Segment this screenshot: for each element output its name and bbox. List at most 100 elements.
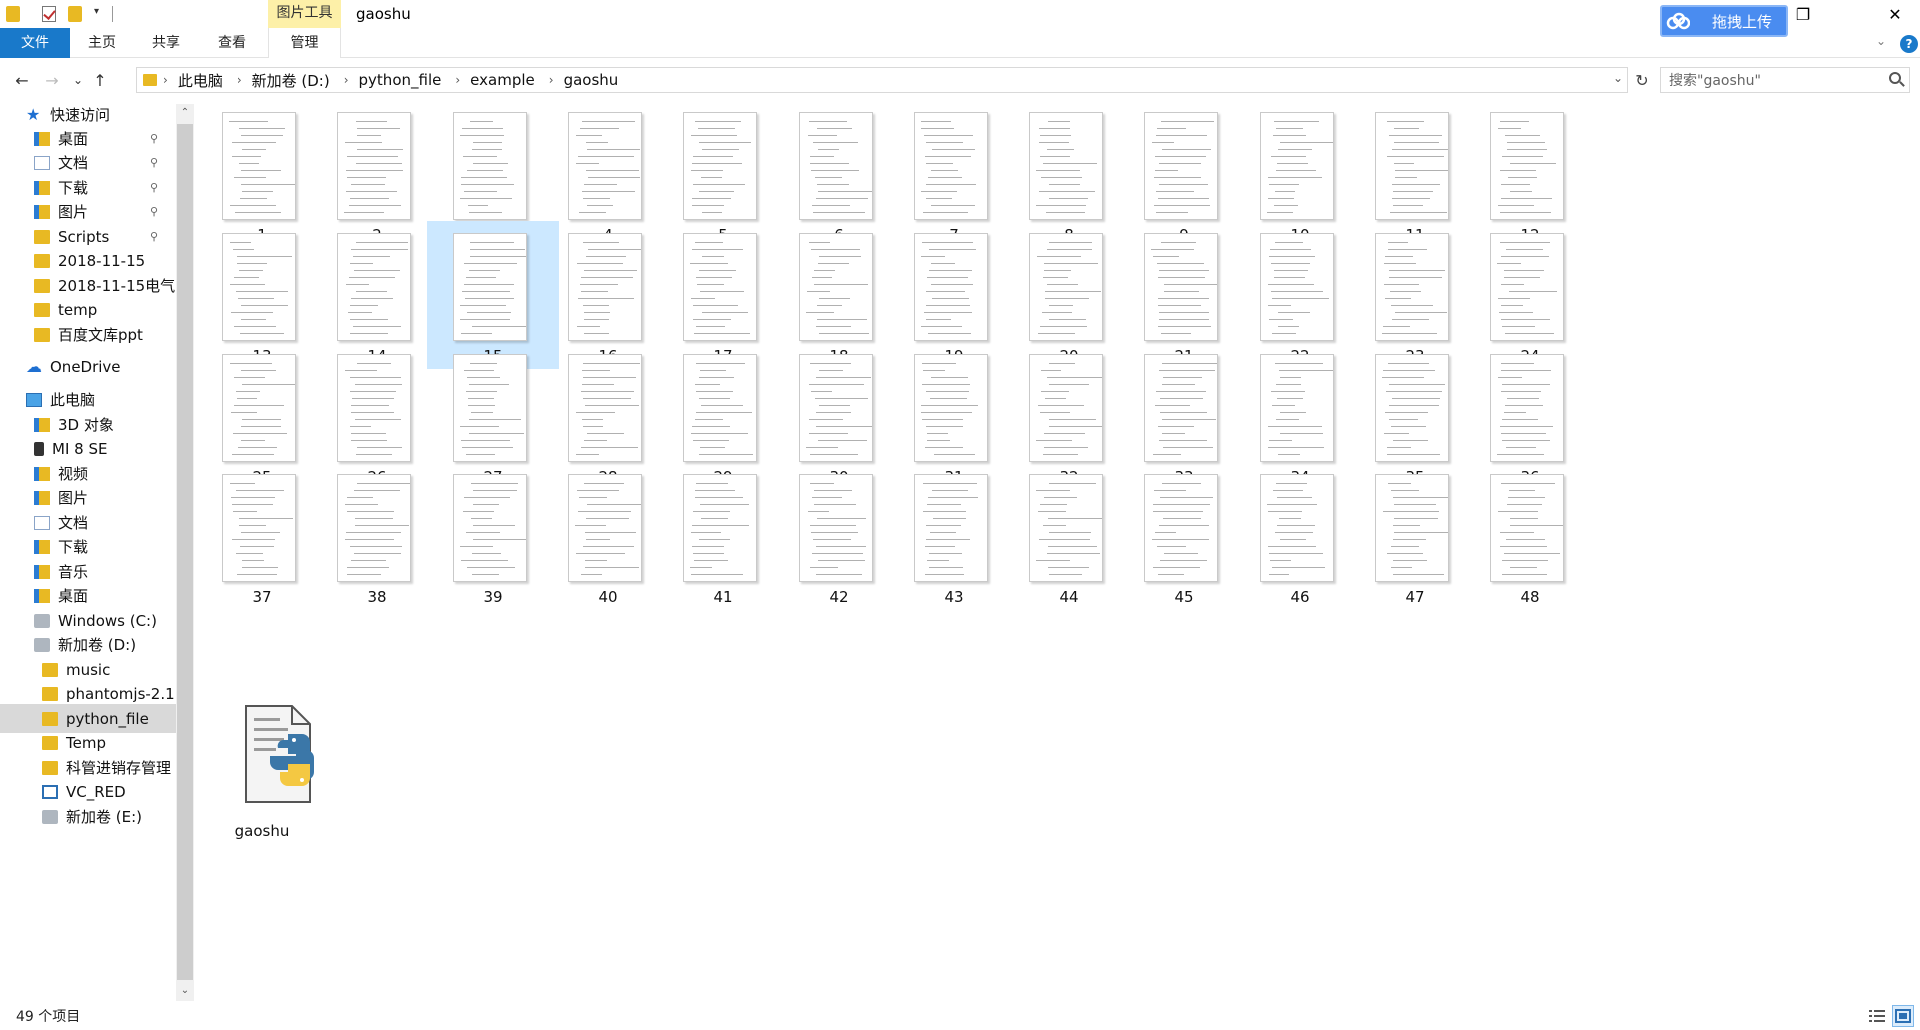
address-dropdown-icon[interactable]: ⌄ <box>1613 71 1623 85</box>
forward-button[interactable]: → <box>40 68 64 92</box>
page-text-line <box>583 398 631 399</box>
ribbon-expand-icon[interactable]: ⌄ <box>1876 34 1886 48</box>
image-file-item[interactable]: 37 <box>196 462 328 610</box>
image-file-item[interactable]: 46 <box>1234 462 1366 610</box>
page-text-line <box>469 270 500 271</box>
folder-icon[interactable] <box>6 6 20 22</box>
tab-file[interactable]: 文件 <box>0 28 70 58</box>
chevron-right-icon[interactable]: › <box>237 73 242 87</box>
image-file-item[interactable]: 45 <box>1118 462 1250 610</box>
folder-icon <box>42 662 58 677</box>
sidebar-item-label: music <box>66 660 111 679</box>
page-text-line <box>230 284 265 285</box>
drag-upload-button[interactable]: 拖拽上传 <box>1660 5 1788 37</box>
page-text-line <box>467 567 515 568</box>
tab-view[interactable]: 查看 <box>210 28 254 58</box>
page-text-line <box>926 142 963 143</box>
search-input[interactable]: 搜索"gaoshu" <box>1660 67 1910 93</box>
image-file-item[interactable]: 41 <box>657 462 789 610</box>
back-button[interactable]: ← <box>10 68 34 92</box>
page-text-line <box>927 504 961 505</box>
image-file-item[interactable]: 40 <box>542 462 674 610</box>
page-text-line <box>1160 497 1213 498</box>
chevron-right-icon[interactable]: › <box>163 73 168 87</box>
image-file-item[interactable]: 44 <box>1003 462 1135 610</box>
page-text-line <box>242 419 281 420</box>
breadcrumb-python-file[interactable]: python_file <box>359 71 442 89</box>
chevron-right-icon[interactable]: › <box>344 73 349 87</box>
close-button[interactable]: ✕ <box>1872 0 1918 28</box>
sidebar-item[interactable]: 百度文库ppt <box>0 320 176 349</box>
image-file-item[interactable]: 43 <box>888 462 1020 610</box>
page-text-line <box>582 419 603 420</box>
page-text-line <box>237 574 277 575</box>
page-text-line <box>350 198 389 199</box>
file-name: 38 <box>367 588 387 606</box>
scroll-up-icon[interactable]: ⌃ <box>176 104 194 122</box>
document-page-thumbnail <box>1260 112 1334 220</box>
page-text-line <box>926 426 963 427</box>
page-text-line <box>926 391 969 392</box>
properties-check-icon[interactable] <box>42 6 56 22</box>
address-bar[interactable]: › 此电脑 › 新加卷 (D:) › python_file › example… <box>136 67 1628 93</box>
page-text-line <box>472 149 502 150</box>
image-file-item[interactable]: 38 <box>311 462 443 610</box>
chevron-right-icon[interactable]: › <box>455 73 460 87</box>
page-text-line <box>1275 191 1295 192</box>
page-text-line <box>349 205 401 206</box>
breadcrumb-this-pc[interactable]: 此电脑 <box>178 70 223 91</box>
sidebar-item[interactable]: 新加卷 (E:) <box>0 802 176 831</box>
page-text-line <box>1039 128 1070 129</box>
up-button[interactable]: ↑ <box>88 68 112 92</box>
file-name: gaoshu <box>234 822 290 840</box>
breadcrumb-gaoshu[interactable]: gaoshu <box>564 71 619 89</box>
pin-icon: ⚲ <box>149 132 158 145</box>
page-text-line <box>699 398 730 399</box>
breadcrumb-example[interactable]: example <box>470 71 535 89</box>
page-text-line <box>460 198 512 199</box>
image-file-item[interactable]: 47 <box>1349 462 1481 610</box>
tab-share[interactable]: 共享 <box>144 28 188 58</box>
folder-icon <box>34 229 50 244</box>
scroll-down-icon[interactable]: ⌄ <box>176 982 194 1000</box>
page-text-line <box>234 326 276 327</box>
page-text-line <box>695 121 741 122</box>
document-page-thumbnail <box>568 354 642 462</box>
sidebar-item-label: 图片 <box>58 489 89 507</box>
close-icon: ✕ <box>1888 4 1902 24</box>
search-icon[interactable] <box>1889 72 1901 84</box>
refresh-button[interactable]: ↻ <box>1630 67 1654 93</box>
page-text-line <box>464 284 514 285</box>
page-text-line <box>1156 135 1207 136</box>
new-folder-icon[interactable] <box>68 6 82 22</box>
page-text-line <box>239 525 266 526</box>
page-text-line <box>817 128 852 129</box>
python-file-item[interactable]: gaoshu <box>196 698 328 848</box>
details-view-button[interactable] <box>1866 1005 1888 1027</box>
image-file-item[interactable]: 39 <box>427 462 559 610</box>
page-text-line <box>818 191 872 192</box>
page-text-line <box>1276 170 1316 171</box>
image-file-item[interactable]: 42 <box>773 462 905 610</box>
recent-locations-button[interactable]: ⌄ <box>66 68 90 92</box>
breadcrumb-drive-d[interactable]: 新加卷 (D:) <box>252 70 330 91</box>
sidebar-scroll-thumb[interactable] <box>177 124 193 980</box>
tab-home[interactable]: 主页 <box>80 28 124 58</box>
image-file-item[interactable]: 48 <box>1464 462 1596 610</box>
tab-manage[interactable]: 管理 <box>268 28 341 58</box>
large-icons-view-button[interactable] <box>1892 1005 1914 1027</box>
chevron-right-icon[interactable]: › <box>549 73 554 87</box>
page-text-line <box>1395 170 1448 171</box>
folder-icon <box>42 735 58 750</box>
page-text-line <box>1158 298 1209 299</box>
quick-access-dropdown-icon[interactable]: ▾ <box>94 6 99 17</box>
help-icon[interactable]: ? <box>1900 35 1918 53</box>
page-text-line <box>817 518 866 519</box>
page-text-line <box>350 305 378 306</box>
document-page-thumbnail <box>1144 354 1218 462</box>
page-text-line <box>1277 163 1308 164</box>
page-text-line <box>819 333 869 334</box>
sidebar-item[interactable]: ☁ OneDrive <box>0 352 176 381</box>
page-text-line <box>575 525 606 526</box>
page-text-line <box>815 398 868 399</box>
